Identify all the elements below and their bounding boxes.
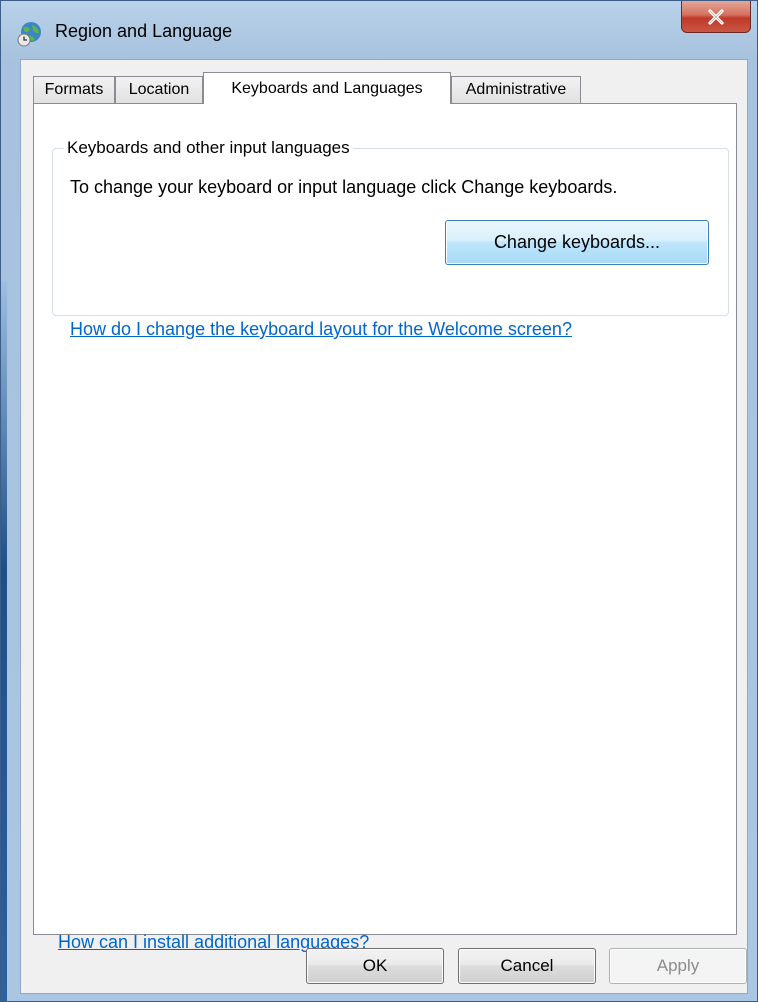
globe-clock-icon — [17, 22, 41, 47]
tab-panel-keyboards: Keyboards and other input languages To c… — [33, 103, 737, 952]
tab-location[interactable]: Location — [115, 76, 203, 103]
ok-button[interactable]: OK — [306, 948, 444, 984]
dialog-body: Formats Location Keyboards and Languages… — [20, 59, 748, 994]
title-bar[interactable]: Region and Language — [1, 1, 757, 59]
keyboards-group-label: Keyboards and other input languages — [64, 138, 353, 158]
keyboards-description: To change your keyboard or input languag… — [70, 177, 618, 197]
cancel-button[interactable]: Cancel — [458, 948, 596, 984]
dialog-window: Region and Language Formats Location Key… — [0, 0, 758, 1002]
window-frame-edge — [1, 281, 7, 1001]
tab-keyboards-and-languages[interactable]: Keyboards and Languages — [203, 72, 451, 104]
welcome-screen-keyboard-link[interactable]: How do I change the keyboard layout for … — [70, 319, 572, 340]
change-keyboards-button[interactable]: Change keyboards... — [445, 220, 709, 265]
tab-formats[interactable]: Formats — [33, 76, 115, 103]
apply-button[interactable]: Apply — [609, 948, 747, 984]
tab-administrative[interactable]: Administrative — [451, 76, 581, 103]
close-icon — [708, 8, 724, 25]
window-title: Region and Language — [55, 21, 233, 41]
close-button[interactable] — [681, 1, 751, 33]
